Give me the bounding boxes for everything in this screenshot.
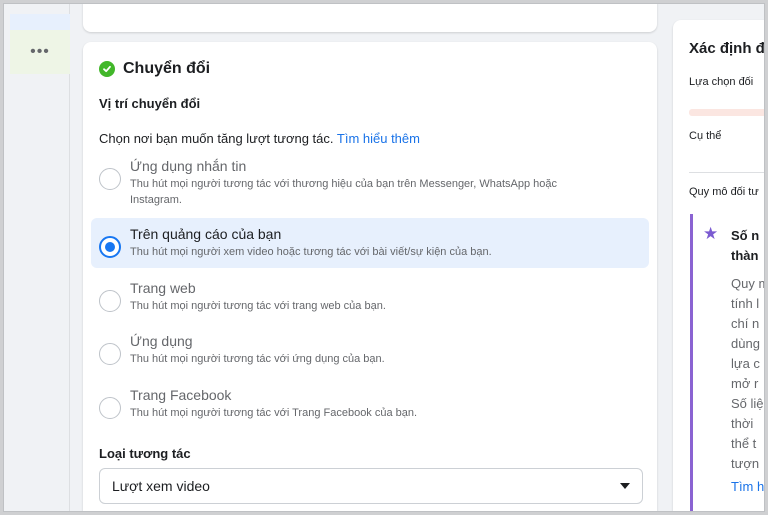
- option-description: Thu hút mọi người tương tác với Trang Fa…: [130, 407, 418, 419]
- section-title: Chuyển đổi: [99, 60, 210, 78]
- audience-meter: [689, 109, 764, 116]
- app-frame: ••• Chuyển đổi Vị trí chuyển đổi Chọn nơ…: [3, 3, 765, 512]
- option-description: Thu hút mọi người tương tác với trang we…: [130, 300, 386, 312]
- info-box-line: lựa c: [731, 356, 760, 371]
- engagement-type-label: Loại tương tác: [99, 446, 191, 461]
- instruction-label: Chọn nơi bạn muốn tăng lượt tương tác.: [99, 131, 334, 146]
- previous-section-card: [83, 4, 657, 32]
- info-box-line: thời: [731, 416, 754, 431]
- option-website[interactable]: Trang web Thu hút mọi người tương tác vớ…: [91, 272, 649, 322]
- option-app[interactable]: Ứng dụng Thu hút mọi người tương tác với…: [91, 325, 649, 375]
- option-title: Trang Facebook: [130, 387, 232, 403]
- left-nav: •••: [4, 4, 70, 511]
- panel-title: Xác định đ: [689, 40, 765, 57]
- chevron-down-icon: [620, 483, 630, 489]
- info-box-line: tính l: [731, 296, 760, 311]
- info-box-line: chí n: [731, 316, 760, 331]
- info-box-line: Quy m: [731, 276, 764, 291]
- radio-button-selected[interactable]: [99, 236, 121, 258]
- info-box-line: mở r: [731, 376, 759, 391]
- star-icon: ★: [703, 224, 719, 243]
- info-box-line: tượn: [731, 456, 760, 471]
- divider: [689, 172, 764, 173]
- option-title: Ứng dụng nhắn tin: [130, 158, 247, 174]
- info-box-line: dùng: [731, 336, 760, 351]
- info-box-title: Số n thàn: [731, 226, 759, 266]
- info-box-title-line: Số n: [731, 228, 760, 243]
- info-box-title-line: thàn: [731, 248, 759, 263]
- radio-dot: [105, 242, 115, 252]
- audience-size-label: Quy mô đối tư: [689, 186, 759, 198]
- conversion-card: Chuyển đổi Vị trí chuyển đổi Chọn nơi bạ…: [83, 42, 657, 511]
- option-description: Thu hút mọi người tương tác với thương h…: [130, 178, 558, 206]
- engagement-type-select[interactable]: Lượt xem video: [99, 468, 643, 504]
- audience-selection-label: Lựa chọn đối: [689, 76, 754, 88]
- more-options-icon[interactable]: •••: [10, 30, 70, 74]
- option-title: Trang web: [130, 280, 196, 296]
- info-box-line: thể t: [731, 436, 757, 451]
- specific-label: Cụ thể: [689, 130, 722, 142]
- estimate-info-box: ★ Số n thàn Quy m tính l chí n dùng lựa …: [690, 214, 764, 511]
- option-on-your-ad[interactable]: Trên quảng cáo của bạn Thu hút mọi người…: [91, 218, 649, 268]
- option-facebook-page[interactable]: Trang Facebook Thu hút mọi người tương t…: [91, 379, 649, 429]
- instruction-text: Chọn nơi bạn muốn tăng lượt tương tác. T…: [99, 131, 420, 146]
- radio-button[interactable]: [99, 290, 121, 312]
- info-box-line: Số liệ: [731, 396, 764, 411]
- nav-item-active[interactable]: [10, 14, 70, 30]
- radio-button[interactable]: [99, 168, 121, 190]
- check-circle-icon: [99, 61, 115, 77]
- radio-button[interactable]: [99, 397, 121, 419]
- option-messaging-apps[interactable]: Ứng dụng nhắn tin Thu hút mọi người tươn…: [91, 150, 649, 216]
- engagement-type-value: Lượt xem video: [112, 478, 210, 494]
- option-title: Trên quảng cáo của bạn: [130, 226, 282, 242]
- audience-panel: Xác định đ Lựa chọn đối Cụ thể Quy mô đố…: [673, 20, 765, 511]
- conversion-location-heading: Vị trí chuyển đổi: [99, 96, 201, 111]
- option-title: Ứng dụng: [130, 333, 193, 349]
- option-description: Thu hút mọi người xem video hoặc tương t…: [130, 246, 492, 258]
- radio-button[interactable]: [99, 343, 121, 365]
- info-box-body: Quy m tính l chí n dùng lựa c mở r Số li…: [731, 274, 764, 474]
- option-description: Thu hút mọi người tương tác với ứng dụng…: [130, 353, 385, 365]
- learn-more-link[interactable]: Tìm h: [731, 479, 764, 494]
- section-title-text: Chuyển đổi: [123, 60, 211, 77]
- learn-more-link[interactable]: Tìm hiểu thêm: [337, 131, 420, 146]
